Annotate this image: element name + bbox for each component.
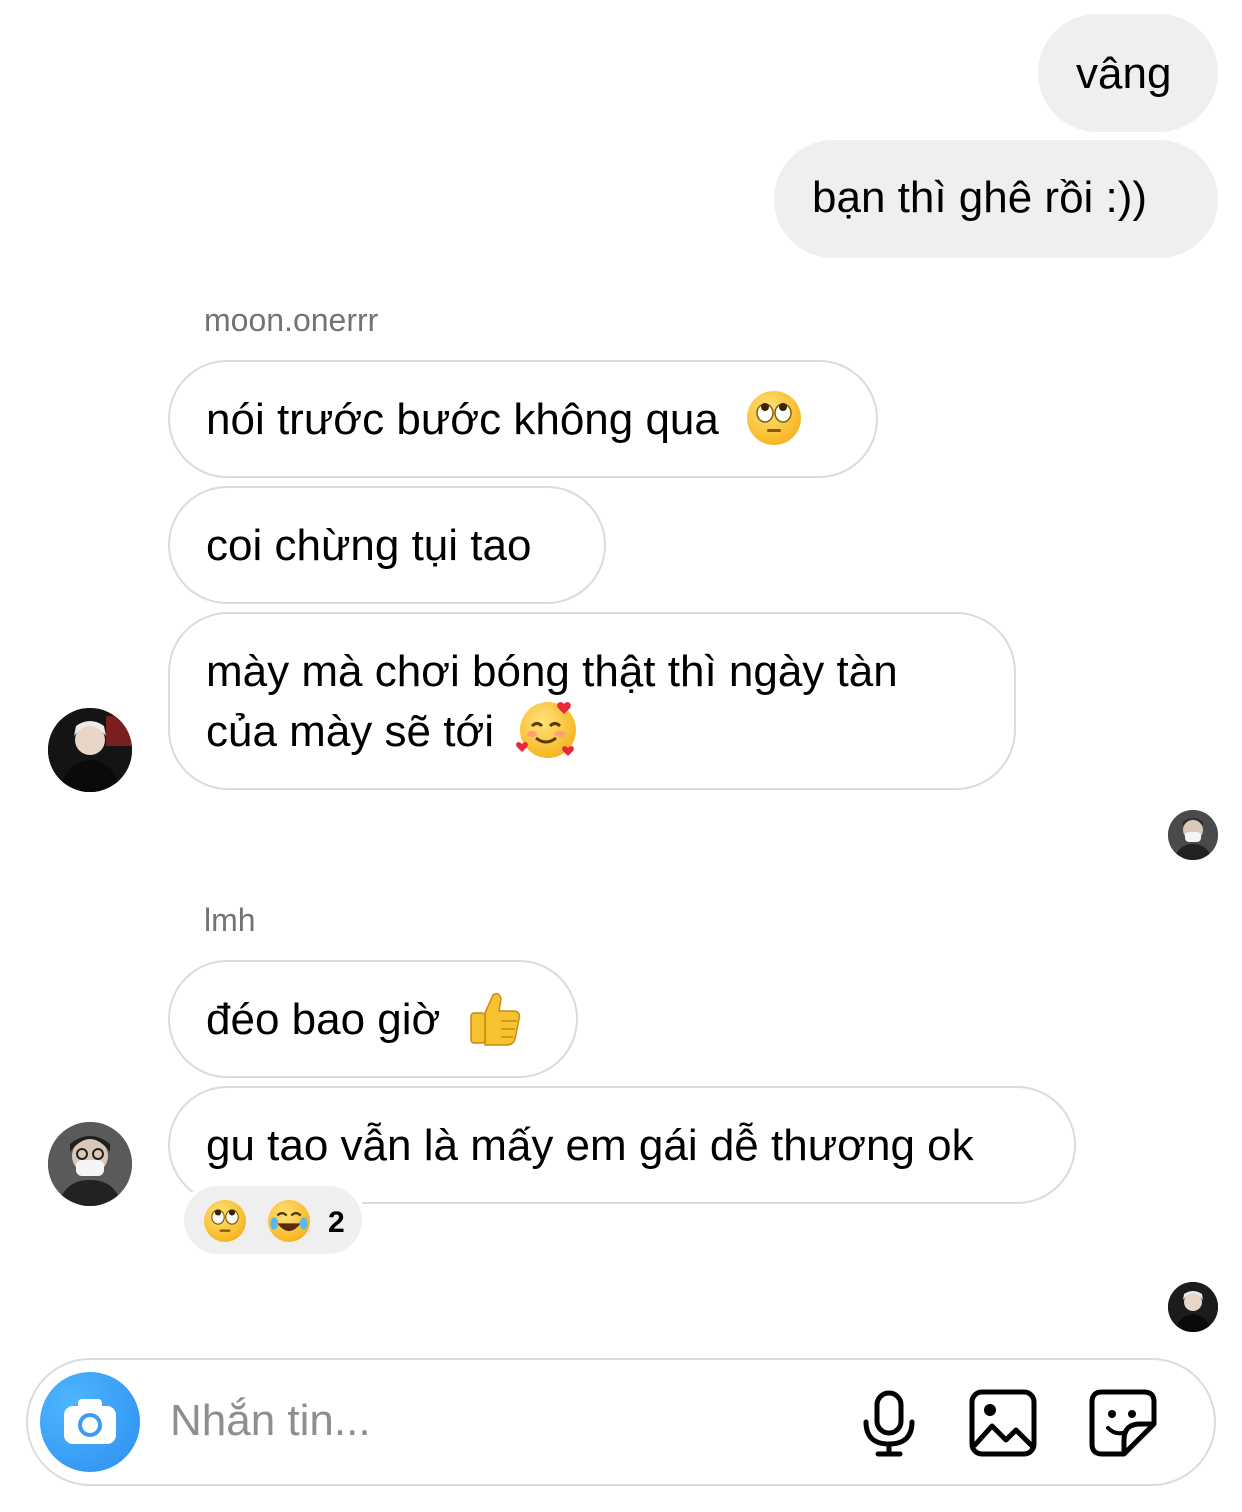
seen-avatar [1168, 1282, 1218, 1332]
message-text: đéo bao giờ [206, 995, 441, 1044]
gallery-button[interactable] [968, 1388, 1038, 1458]
rolling-eyes-emoji-icon [204, 1200, 246, 1242]
message-composer: Nhắn tin... [26, 1358, 1216, 1486]
seen-avatar [1168, 810, 1218, 860]
message-text: vâng [1076, 49, 1172, 98]
sticker-icon [1089, 1389, 1157, 1457]
message-text: coi chừng tụi tao [206, 521, 532, 570]
incoming-message[interactable]: nói trước bước không qua [168, 360, 878, 478]
camera-icon [64, 1399, 116, 1444]
incoming-message[interactable]: coi chừng tụi tao [168, 486, 606, 604]
message-reactions[interactable]: 2 [180, 1182, 366, 1258]
sender-avatar[interactable] [48, 708, 132, 792]
smiling-face-with-hearts-emoji-icon [516, 702, 577, 759]
gallery-icon [969, 1389, 1037, 1457]
reaction-count: 2 [328, 1206, 345, 1239]
outgoing-message[interactable]: vâng [1038, 14, 1218, 132]
tears-of-joy-emoji-icon [268, 1200, 310, 1242]
rolling-eyes-emoji-icon [747, 391, 802, 446]
camera-button[interactable] [40, 1372, 140, 1472]
incoming-message[interactable]: đéo bao giờ [168, 960, 578, 1078]
sender-avatar[interactable] [48, 1122, 132, 1206]
message-text: gu tao vẫn là mấy em gái dễ thương ok [206, 1121, 974, 1170]
microphone-icon [863, 1390, 915, 1457]
sender-name: lmh [204, 902, 256, 938]
message-text: nói trước bước không qua [206, 395, 719, 444]
sender-name: moon.onerrr [204, 302, 379, 338]
message-input[interactable]: Nhắn tin... [170, 1396, 371, 1446]
sticker-button[interactable] [1088, 1388, 1158, 1458]
message-text-line: mày mà chơi bóng thật thì ngày tàn [206, 647, 898, 696]
microphone-button[interactable] [854, 1388, 924, 1458]
thumbs-up-emoji-icon [465, 987, 525, 1047]
message-text-line: của mày sẽ tới [206, 707, 495, 756]
message-text: bạn thì ghê rồi :)) [812, 173, 1148, 222]
incoming-message[interactable]: mày mà chơi bóng thật thì ngày tàn của m… [168, 612, 1016, 790]
outgoing-message[interactable]: bạn thì ghê rồi :)) [774, 140, 1218, 258]
